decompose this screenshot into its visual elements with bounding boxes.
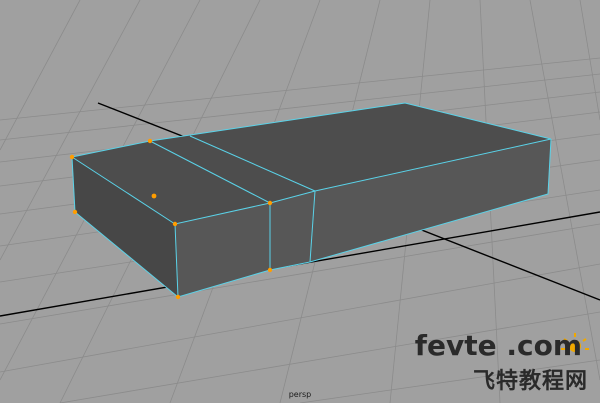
perspective-viewport[interactable]: persp fevte .com 飞特教程网	[0, 0, 600, 403]
vertex	[151, 193, 157, 199]
poly-box[interactable]	[72, 103, 551, 297]
watermark-name: 飞特教程网	[472, 369, 588, 394]
watermark: fevte .com 飞特教程网	[382, 329, 592, 397]
vertex	[267, 267, 273, 273]
vertex	[172, 221, 178, 227]
vertex	[147, 138, 153, 144]
watermark-site: fevte .com	[414, 329, 582, 362]
vertex	[175, 294, 181, 300]
vertex	[267, 200, 273, 206]
vertex	[69, 154, 75, 160]
vertex	[72, 209, 78, 215]
